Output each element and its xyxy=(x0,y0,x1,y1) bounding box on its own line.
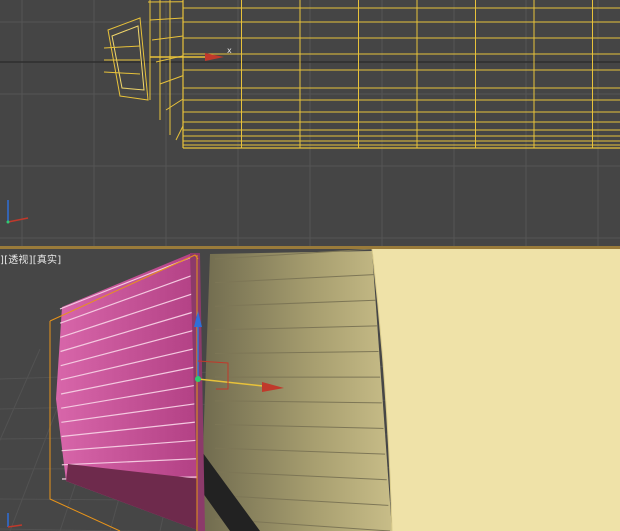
gizmo-center[interactable] xyxy=(195,376,201,382)
viewport-label-prefix: ][ xyxy=(0,255,9,266)
viewport-label: ][透视][真实] xyxy=(0,251,61,266)
world-axis-tripod xyxy=(6,200,29,224)
viewport-label-separator: ][ xyxy=(28,255,37,266)
perspective-viewport-canvas[interactable] xyxy=(0,249,620,531)
shading-mode-menu[interactable]: 真实 xyxy=(37,255,57,266)
viewport-label-suffix: ] xyxy=(57,255,62,266)
cylinder-cap[interactable] xyxy=(372,249,620,531)
selected-pink-object[interactable] xyxy=(56,253,205,531)
pivot-object-wireframe[interactable] xyxy=(103,17,149,101)
view-type-menu[interactable]: 透视 xyxy=(8,255,28,266)
top-viewport-canvas[interactable]: x xyxy=(0,0,620,246)
top-viewport[interactable]: x xyxy=(0,0,620,246)
world-axis-tripod xyxy=(7,513,23,528)
perspective-viewport[interactable]: ][透视][真实] xyxy=(0,249,620,531)
gizmo-x-label: x xyxy=(227,46,232,55)
wireframe-mesh[interactable] xyxy=(147,0,620,149)
viewport-grid xyxy=(0,0,620,246)
